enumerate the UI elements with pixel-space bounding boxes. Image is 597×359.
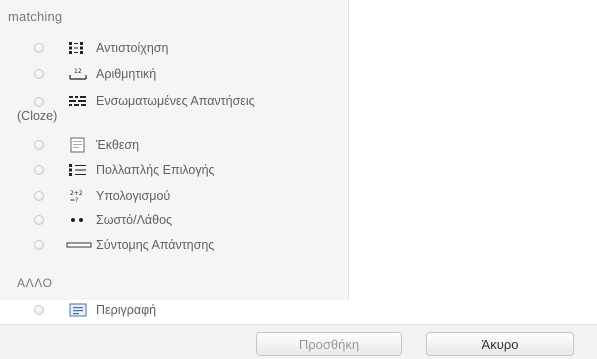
qtype-label: Υπολογισμού — [96, 189, 171, 203]
qtype-label: Ενσωματωμένες Απαντήσεις — [96, 94, 255, 108]
numerical-icon: 12 — [68, 66, 88, 82]
svg-text:2+2: 2+2 — [70, 190, 83, 197]
radio-button[interactable] — [34, 69, 44, 79]
qtype-label: Αριθμητική — [96, 67, 157, 81]
section-heading-matching: matching — [8, 9, 63, 24]
qtype-option-multichoice[interactable]: Πολλαπλής Επιλογής — [0, 162, 348, 178]
qtype-label: Έκθεση — [96, 138, 140, 152]
qtype-option-shortanswer[interactable]: Σύντομης Απάντησης — [0, 237, 348, 253]
qtype-option-numerical[interactable]: 12 Αριθμητική — [0, 66, 348, 82]
qtype-label: Σωστό/Λάθος — [96, 213, 173, 227]
add-button[interactable]: Προσθήκη — [256, 332, 402, 356]
radio-button[interactable] — [34, 165, 44, 175]
question-chooser-dialog: matching Αντιστοίχηση 12 Αριθμητική Ενσω… — [0, 0, 597, 359]
qtype-option-matching[interactable]: Αντιστοίχηση — [0, 40, 348, 56]
svg-text:=?: =? — [70, 197, 78, 203]
radio-button[interactable] — [34, 191, 44, 201]
qtype-option-cloze[interactable]: Ενσωματωμένες Απαντήσεις (Cloze) — [0, 94, 348, 126]
radio-button[interactable] — [34, 305, 44, 315]
radio-button[interactable] — [34, 215, 44, 225]
calculated-icon: 2+2 =? — [68, 188, 88, 204]
qtype-label-continuation: (Cloze) — [17, 109, 58, 123]
qtype-option-calculated[interactable]: 2+2 =? Υπολογισμού — [0, 188, 348, 204]
essay-icon — [68, 137, 88, 153]
qtype-label: Πολλαπλής Επιλογής — [96, 163, 215, 177]
radio-button[interactable] — [34, 97, 44, 107]
question-type-list-panel: matching Αντιστοίχηση 12 Αριθμητική Ενσω… — [0, 0, 349, 317]
description-icon — [68, 302, 88, 318]
multichoice-icon — [68, 162, 88, 178]
radio-button[interactable] — [34, 43, 44, 53]
cancel-button[interactable]: Άκυρο — [426, 332, 574, 356]
qtype-label: Αντιστοίχηση — [96, 41, 169, 55]
section-heading-other: ΑΛΛΟ — [17, 276, 53, 290]
qtype-option-essay[interactable]: Έκθεση — [0, 136, 348, 154]
radio-button[interactable] — [34, 240, 44, 250]
svg-text:12: 12 — [74, 68, 82, 75]
cloze-icon — [68, 94, 88, 110]
qtype-label: Σύντομης Απάντησης — [96, 238, 215, 252]
qtype-option-truefalse[interactable]: Σωστό/Λάθος — [0, 212, 348, 228]
qtype-label: Περιγραφή — [96, 303, 157, 317]
qtype-option-description[interactable]: Περιγραφή — [0, 302, 348, 318]
truefalse-icon — [68, 212, 88, 228]
matching-icon — [68, 40, 88, 56]
shortanswer-icon — [66, 237, 92, 253]
radio-button[interactable] — [34, 140, 44, 150]
dialog-footer: Προσθήκη Άκυρο — [0, 324, 597, 359]
